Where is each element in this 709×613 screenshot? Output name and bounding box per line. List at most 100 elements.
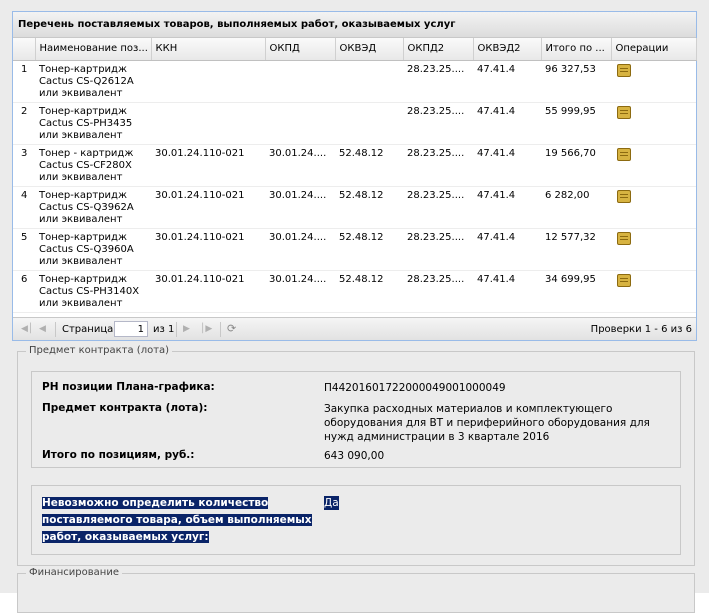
page-count-label: из 1 <box>153 324 175 335</box>
row-kkn: 30.01.24.110-021 <box>151 186 265 229</box>
row-name: Тонер-картридж Cactus CS-Q3960A или экви… <box>35 228 151 271</box>
row-num: 3 <box>13 144 35 187</box>
row-okved2: 47.41.4 <box>473 270 541 313</box>
subject-label: Предмет контракта (лота): <box>42 402 208 414</box>
row-okpd <box>265 60 335 103</box>
total-value: 643 090,00 <box>324 450 385 462</box>
col-header-kkn[interactable]: ККН <box>151 38 266 61</box>
row-name: Тонер - картридж Cactus CS-CF280X или эк… <box>35 144 151 187</box>
view-record-icon[interactable] <box>617 63 631 77</box>
col-header-okpd2[interactable]: ОКПД2 <box>403 38 474 61</box>
prev-page-icon[interactable]: ◀ <box>39 324 48 334</box>
contract-subject-legend: Предмет контракта (лота) <box>26 345 173 356</box>
row-total: 19 566,70 <box>541 144 611 187</box>
row-okved: 52.48.12 <box>335 186 403 229</box>
subject-value: Закупка расходных материалов и комплекту… <box>324 403 650 443</box>
row-okved2: 47.41.4 <box>473 60 541 103</box>
row-num: 1 <box>13 60 35 103</box>
quantity-undefined-value: Да <box>324 496 339 510</box>
row-name: Тонер-картридж Cactus CS-Q3962A или экви… <box>35 186 151 229</box>
view-record-icon[interactable] <box>617 273 631 287</box>
row-okpd2: 28.23.25.... <box>403 270 473 313</box>
row-okved: 52.48.12 <box>335 144 403 187</box>
row-kkn <box>151 60 265 103</box>
last-page-icon[interactable]: │▶ <box>200 324 212 334</box>
col-header-okpd[interactable]: ОКПД <box>265 38 336 61</box>
row-name: Тонер-картридж Cactus CS-PH3435 или экви… <box>35 102 151 145</box>
col-header-okved2[interactable]: ОКВЭД2 <box>473 38 542 61</box>
row-operations <box>611 270 696 313</box>
row-total: 34 699,95 <box>541 270 611 313</box>
row-okved2: 47.41.4 <box>473 102 541 145</box>
records-count-label: Проверки 1 - 6 из 6 <box>590 324 692 335</box>
row-okpd2: 28.23.25.... <box>403 228 473 271</box>
view-record-icon[interactable] <box>617 147 631 161</box>
goods-panel: Перечень поставляемых товаров, выполняем… <box>12 11 697 341</box>
row-total: 55 999,95 <box>541 102 611 145</box>
row-kkn: 30.01.24.110-021 <box>151 270 265 313</box>
row-num: 5 <box>13 228 35 271</box>
row-okved2: 47.41.4 <box>473 228 541 271</box>
pagination-toolbar: ◀│ ◀ Страница из 1 ▶ │▶ ⟳ Проверки 1 - 6… <box>13 317 696 340</box>
view-record-icon[interactable] <box>617 105 631 119</box>
row-total: 6 282,00 <box>541 186 611 229</box>
table-row[interactable]: 4 Тонер-картридж Cactus CS-Q3962A или эк… <box>13 186 696 229</box>
row-okpd2: 28.23.25.... <box>403 186 473 229</box>
next-page-icon[interactable]: ▶ <box>183 324 192 334</box>
financing-fieldset: Финансирование <box>17 567 695 613</box>
contract-info-box: РН позиции Плана-графика: П4420160172200… <box>31 371 681 468</box>
col-header-name[interactable]: Наименование поз... <box>35 38 152 61</box>
col-header-total[interactable]: Итого по ... <box>541 38 612 61</box>
row-operations <box>611 144 696 187</box>
page-label: Страница <box>62 324 114 335</box>
table-row[interactable]: 2 Тонер-картридж Cactus CS-PH3435 или эк… <box>13 102 696 145</box>
row-name: Тонер-картридж Cactus CS-PH3140X или экв… <box>35 270 151 313</box>
table-row[interactable]: 1 Тонер-картридж Cactus CS-Q2612A или эк… <box>13 60 696 103</box>
row-num: 4 <box>13 186 35 229</box>
row-kkn: 30.01.24.110-021 <box>151 144 265 187</box>
row-okpd <box>265 102 335 145</box>
page-number-input[interactable] <box>114 321 148 337</box>
grid-header-row: Наименование поз... ККН ОКПД ОКВЭД ОКПД2… <box>13 38 697 61</box>
row-okved2: 47.41.4 <box>473 144 541 187</box>
panel-title: Перечень поставляемых товаров, выполняем… <box>13 12 696 38</box>
rn-label: РН позиции Плана-графика: <box>42 381 215 393</box>
col-header-operations[interactable]: Операции <box>611 38 697 61</box>
row-okpd: 30.01.24.... <box>265 270 335 313</box>
table-row[interactable]: 5 Тонер-картридж Cactus CS-Q3960A или эк… <box>13 228 696 271</box>
toolbar-separator <box>176 322 177 337</box>
col-header-okved[interactable]: ОКВЭД <box>335 38 404 61</box>
total-label: Итого по позициям, руб.: <box>42 449 195 461</box>
table-row[interactable]: 3 Тонер - картридж Cactus CS-CF280X или … <box>13 144 696 187</box>
quantity-undefined-label: Невозможно определить количество поставл… <box>42 497 312 543</box>
row-okved <box>335 60 403 103</box>
view-record-icon[interactable] <box>617 189 631 203</box>
row-okpd2: 28.23.25.... <box>403 144 473 187</box>
row-okpd: 30.01.24.... <box>265 186 335 229</box>
row-okved <box>335 102 403 145</box>
goods-grid: Наименование поз... ККН ОКПД ОКВЭД ОКПД2… <box>13 38 697 313</box>
toolbar-separator <box>220 322 221 337</box>
refresh-icon[interactable]: ⟳ <box>227 323 236 334</box>
row-num: 2 <box>13 102 35 145</box>
row-okved2: 47.41.4 <box>473 186 541 229</box>
row-okpd2: 28.23.25.... <box>403 102 473 145</box>
view-record-icon[interactable] <box>617 231 631 245</box>
row-okpd2: 28.23.25.... <box>403 60 473 103</box>
col-header-num[interactable] <box>13 38 36 61</box>
rn-value: П44201601722000049001000049 <box>324 382 506 394</box>
row-okved: 52.48.12 <box>335 228 403 271</box>
row-operations <box>611 60 696 103</box>
row-operations <box>611 186 696 229</box>
first-page-icon[interactable]: ◀│ <box>21 324 33 334</box>
row-okved: 52.48.12 <box>335 270 403 313</box>
row-okpd: 30.01.24.... <box>265 228 335 271</box>
row-operations <box>611 228 696 271</box>
quantity-undefined-box: Невозможно определить количество поставл… <box>31 485 681 555</box>
row-total: 96 327,53 <box>541 60 611 103</box>
row-okpd: 30.01.24.... <box>265 144 335 187</box>
table-row[interactable]: 6 Тонер-картридж Cactus CS-PH3140X или э… <box>13 270 696 313</box>
row-operations <box>611 102 696 145</box>
financing-legend: Финансирование <box>26 567 122 578</box>
row-name: Тонер-картридж Cactus CS-Q2612A или экви… <box>35 60 151 103</box>
